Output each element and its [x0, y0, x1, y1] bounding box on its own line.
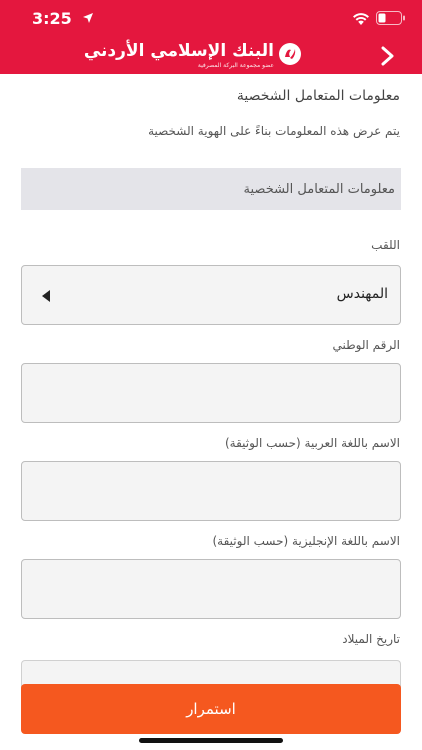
arabic-name-label: الاسم باللغة العربية (حسب الوثيقة) — [224, 436, 400, 450]
logo-name: البنك الإسلامي الأردني — [83, 41, 274, 61]
chevron-right-icon — [381, 46, 394, 66]
nav-bar: البنك الإسلامي الأردني عضو مجموعة البركة… — [0, 38, 422, 74]
page-title: معلومات المتعامل الشخصية — [236, 88, 400, 104]
back-button[interactable] — [374, 42, 402, 70]
page-subtitle: يتم عرض هذه المعلومات بناءً على الهوية ا… — [148, 124, 400, 138]
logo-tagline: عضو مجموعة البركة المصرفية — [197, 62, 274, 69]
section-title: معلومات المتعامل الشخصية — [243, 181, 395, 197]
arabic-name-field[interactable] — [21, 461, 401, 521]
bank-logo: البنك الإسلامي الأردني عضو مجموعة البركة… — [84, 40, 302, 72]
dropdown-arrow-icon — [42, 290, 50, 302]
title-select[interactable]: المهندس — [21, 265, 401, 325]
english-name-label: الاسم باللغة الإنجليزية (حسب الوثيقة) — [212, 534, 401, 548]
status-bar: 3:25 — [0, 0, 422, 38]
birth-date-label: تاريخ الميلاد — [342, 632, 400, 646]
app-header: 3:25 البنك الإسلامي الأردني عضو مجموعة ا… — [0, 0, 422, 74]
section-header: معلومات المتعامل الشخصية — [21, 168, 401, 210]
english-name-field[interactable] — [21, 559, 401, 619]
title-select-value: المهندس — [336, 286, 388, 302]
location-arrow-icon — [83, 13, 93, 23]
national-id-label: الرقم الوطني — [332, 338, 400, 352]
bank-emblem-icon — [279, 43, 301, 65]
national-id-field[interactable] — [21, 363, 401, 423]
wifi-icon — [353, 13, 369, 25]
status-time: 3:25 — [32, 9, 72, 28]
home-indicator — [139, 738, 283, 743]
form-content: معلومات المتعامل الشخصية يتم عرض هذه الم… — [0, 74, 422, 750]
title-label: اللقب — [371, 238, 400, 252]
continue-button[interactable]: استمرار — [21, 684, 401, 734]
battery-icon — [376, 11, 405, 25]
